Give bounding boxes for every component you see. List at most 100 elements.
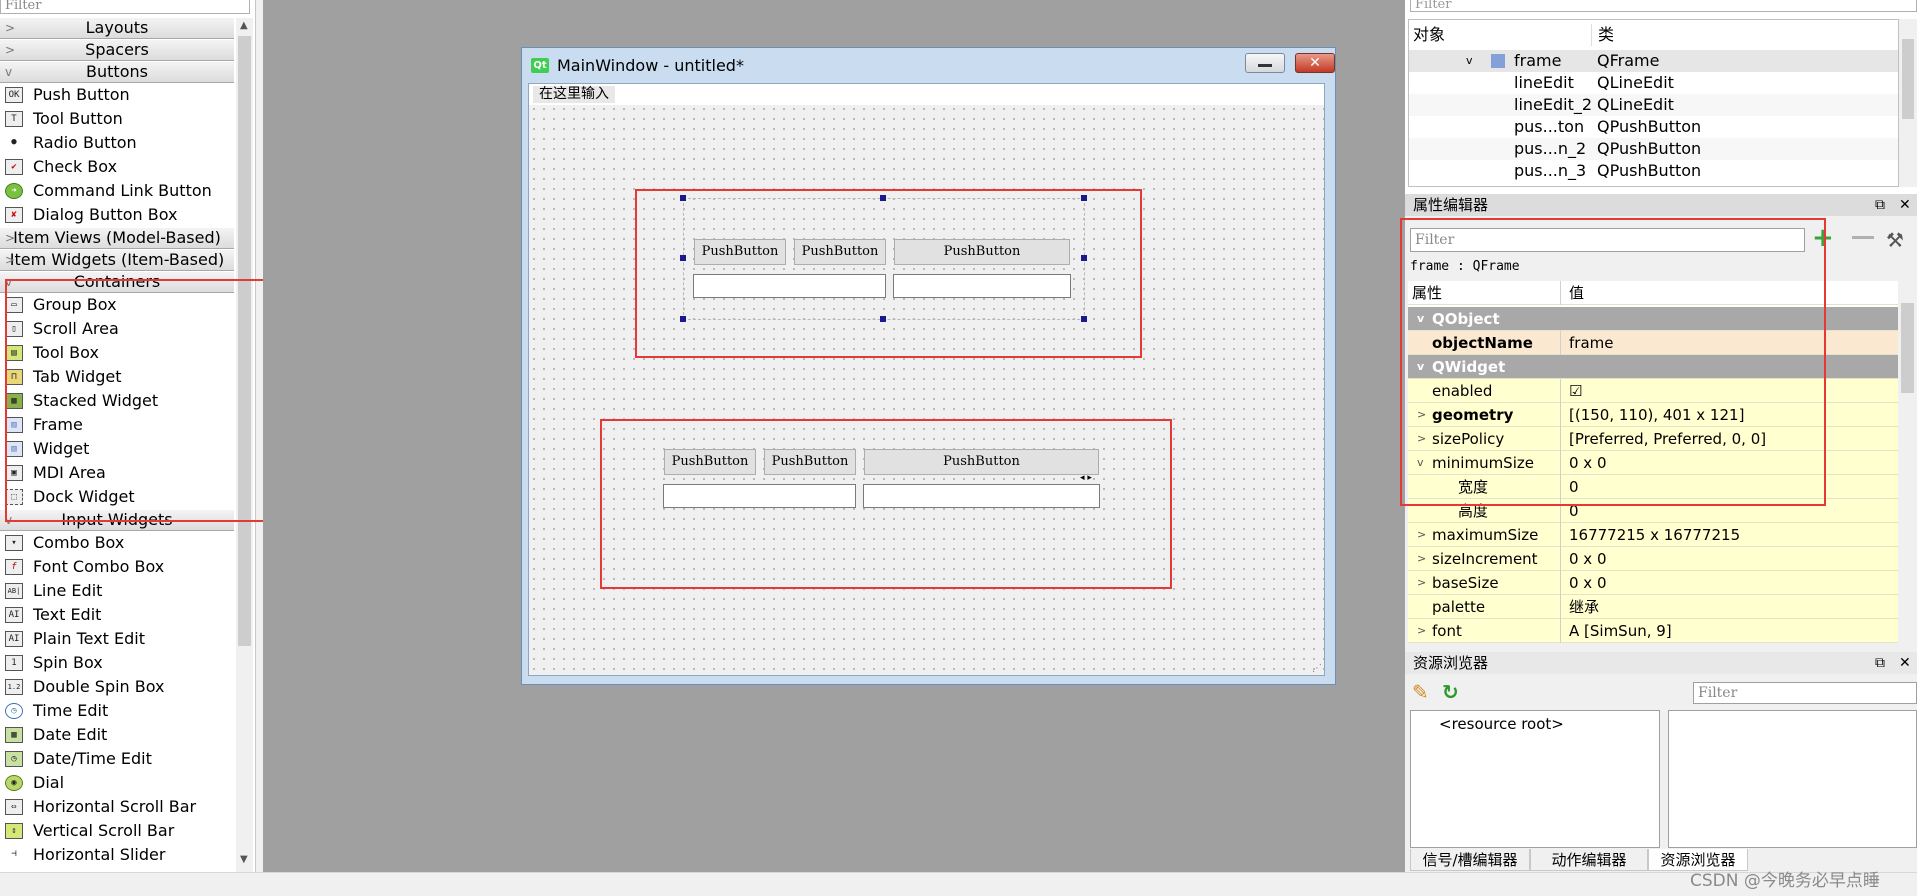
widget-label: Command Link Button [33,181,212,200]
widget-spin-box[interactable]: 1 Spin Box [0,651,234,675]
spin-box-icon: 1 [5,655,23,671]
property-table-scrollbar[interactable] [1898,281,1917,642]
widget-datetime-edit[interactable]: ◷ Date/Time Edit [0,747,234,771]
scrollbar-thumb[interactable] [1902,39,1914,119]
tab-action-editor[interactable]: 动作编辑器 [1530,849,1648,871]
tool-button-icon: T [5,111,23,127]
widget-dial[interactable]: ◉ Dial [0,771,234,795]
property-row[interactable]: > sizeIncrement 0 x 0 [1408,547,1898,571]
window-title: MainWindow - untitled* [557,56,744,75]
category-label: Spacers [85,40,149,59]
widget-check-box[interactable]: ✔ Check Box [0,155,234,179]
resource-list[interactable] [1668,710,1917,848]
chevron-right-icon[interactable]: > [1417,547,1426,571]
property-editor-title-bar: 属性编辑器 ⧉ ✕ [1405,194,1917,216]
scrollbar-thumb[interactable] [1901,303,1914,393]
object-filter-input[interactable]: Filter [1410,0,1917,12]
property-name: sizeIncrement [1432,550,1538,568]
main-window-preview[interactable]: Qt MainWindow - untitled* ✕ 在这里输入 PushBu… [521,47,1336,685]
resource-tree[interactable]: <resource root> [1410,710,1660,848]
chevron-down-icon[interactable]: v [1466,50,1473,72]
property-value[interactable]: A [SimSun, 9] [1560,619,1672,643]
chevron-right-icon: > [5,253,16,267]
property-row[interactable]: palette 继承 [1408,595,1898,619]
frame-icon [1491,54,1505,68]
widget-filter-input[interactable]: Filter [0,0,250,14]
category-label: Layouts [85,18,149,37]
scroll-up-icon[interactable]: ▲ [240,20,248,31]
object-name: pus...n_2 [1514,139,1587,158]
widget-combo-box[interactable]: ▾ Combo Box [0,531,234,555]
tree-row[interactable]: pus...n_3 QPushButton [1409,160,1898,182]
widget-double-spin-box[interactable]: 1.2 Double Spin Box [0,675,234,699]
wrench-icon[interactable]: ⚒ [1886,228,1904,252]
widget-dialog-button-box[interactable]: ✘ Dialog Button Box [0,203,234,227]
category-layouts[interactable]: > Layouts [0,17,234,39]
remove-property-icon[interactable] [1852,236,1874,239]
object-class: QPushButton [1597,139,1702,158]
category-spacers[interactable]: > Spacers [0,39,234,61]
size-grip-icon[interactable]: ⋰ [1312,663,1322,674]
resource-filter-input[interactable]: Filter [1693,682,1917,704]
widget-label: Time Edit [33,701,109,720]
chevron-right-icon[interactable]: > [1417,523,1426,547]
property-row[interactable]: > baseSize 0 x 0 [1408,571,1898,595]
tree-row[interactable]: pus...ton QPushButton [1409,116,1898,138]
vertical-scroll-bar-icon: ⇕ [5,823,23,839]
widget-command-link-button[interactable]: ➜ Command Link Button [0,179,234,203]
object-tree-scrollbar[interactable] [1899,19,1917,187]
tree-row[interactable]: pus...n_2 QPushButton [1409,138,1898,160]
tree-row[interactable]: lineEdit_2 QLineEdit [1409,94,1898,116]
object-tree[interactable]: 对象 类 v frame QFrame lineEdit QLineEdit li… [1408,19,1899,187]
widget-vertical-scroll-bar[interactable]: ⇕ Vertical Scroll Bar [0,819,234,843]
command-link-icon: ➜ [5,183,23,199]
chevron-down-icon: v [5,65,13,79]
property-value[interactable]: 16777215 x 16777215 [1560,523,1740,547]
chevron-right-icon[interactable]: > [1417,619,1426,643]
category-buttons[interactable]: v Buttons [0,61,234,83]
resource-root-item[interactable]: <resource root> [1439,715,1564,733]
widget-tool-button[interactable]: T Tool Button [0,107,234,131]
widget-line-edit[interactable]: AB| Line Edit [0,579,234,603]
object-class: QFrame [1597,51,1660,70]
close-button[interactable]: ✕ [1295,53,1335,73]
property-row[interactable]: > maximumSize 16777215 x 16777215 [1408,523,1898,547]
widget-horizontal-slider[interactable]: ⊣ Horizontal Slider [0,843,234,867]
float-icon[interactable]: ⧉ [1875,194,1885,216]
widget-label: Dialog Button Box [33,205,178,224]
widget-label: Date/Time Edit [33,749,152,768]
category-label: Item Widgets (Item-Based) [9,250,225,269]
calendar-icon: ▦ [5,727,23,743]
dock-title: 属性编辑器 [1413,196,1489,214]
tab-signal-slot-editor[interactable]: 信号/槽编辑器 [1410,849,1530,871]
minimize-button[interactable] [1245,53,1285,73]
edit-resources-icon[interactable]: ✎ [1412,680,1429,704]
float-icon[interactable]: ⧉ [1875,652,1885,674]
category-item-views[interactable]: > Item Views (Model-Based) [0,227,234,249]
dial-icon: ◉ [5,775,23,791]
property-value[interactable]: 继承 [1560,595,1599,619]
category-item-widgets[interactable]: > Item Widgets (Item-Based) [0,249,234,271]
menu-type-here[interactable]: 在这里输入 [533,86,615,103]
widget-date-edit[interactable]: ▦ Date Edit [0,723,234,747]
chevron-right-icon[interactable]: > [1417,571,1426,595]
tree-row[interactable]: lineEdit QLineEdit [1409,72,1898,94]
dock-title: 资源浏览器 [1413,654,1489,672]
widget-text-edit[interactable]: AI Text Edit [0,603,234,627]
widget-radio-button[interactable]: ● Radio Button [0,131,234,155]
property-value[interactable]: 0 x 0 [1560,547,1607,571]
object-class: QLineEdit [1597,95,1674,114]
close-icon[interactable]: ✕ [1899,194,1911,216]
close-icon[interactable]: ✕ [1899,652,1911,674]
widget-plain-text-edit[interactable]: AI Plain Text Edit [0,627,234,651]
property-value[interactable]: 0 x 0 [1560,571,1607,595]
reload-icon[interactable]: ↻ [1442,680,1459,704]
scroll-down-icon[interactable]: ▼ [240,854,248,865]
widget-time-edit[interactable]: ◷ Time Edit [0,699,234,723]
widget-horizontal-scroll-bar[interactable]: ⇔ Horizontal Scroll Bar [0,795,234,819]
tree-row[interactable]: v frame QFrame [1409,50,1898,72]
resource-browser-title-bar: 资源浏览器 ⧉ ✕ [1405,652,1917,674]
widget-font-combo-box[interactable]: f Font Combo Box [0,555,234,579]
widget-push-button[interactable]: OK Push Button [0,83,234,107]
property-row[interactable]: > font A [SimSun, 9] [1408,619,1898,643]
